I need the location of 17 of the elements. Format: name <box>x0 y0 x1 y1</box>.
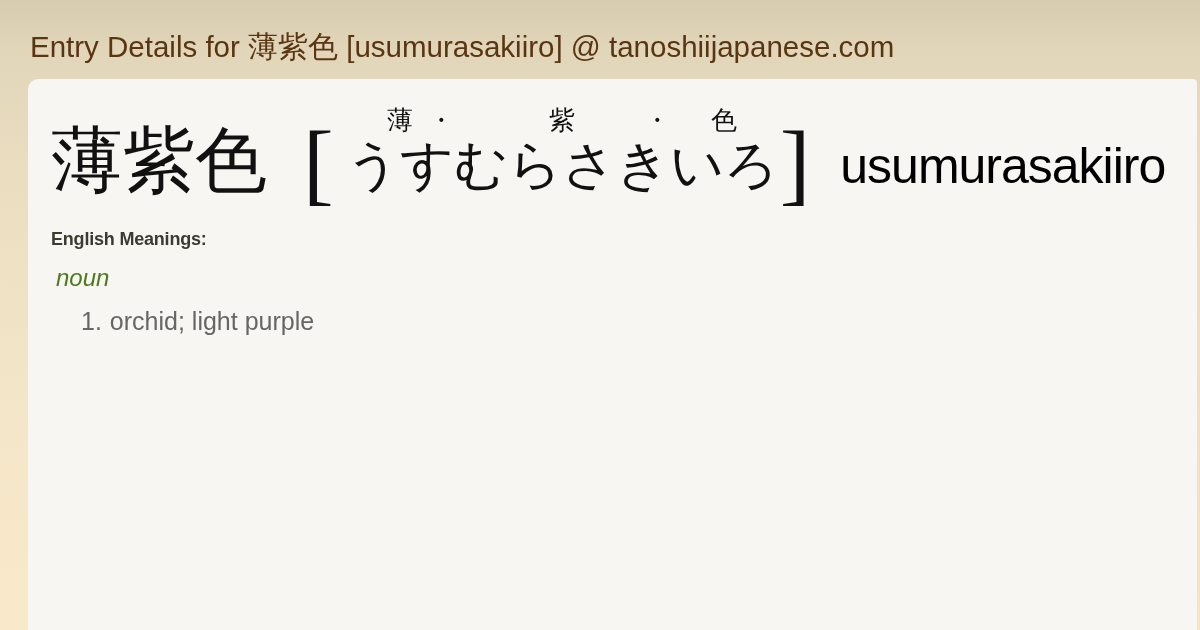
reading-separator: ・ <box>427 107 454 136</box>
part-of-speech: noun <box>56 265 110 291</box>
reading-kanji: 色 <box>710 107 737 136</box>
reading-kana: うす <box>345 135 454 195</box>
reading-kana: むらさき <box>453 135 670 195</box>
meanings-heading: English Meanings: <box>51 229 207 249</box>
reading-kanji: 紫 <box>548 107 575 136</box>
reading-kanji: 薄 <box>386 107 413 136</box>
open-bracket: [ <box>303 117 334 209</box>
close-bracket: ] <box>779 117 811 209</box>
sense-text: orchid; light purple <box>109 307 315 335</box>
sense-number: 1. <box>81 307 102 335</box>
headword-kanji: 薄紫色 <box>51 125 267 197</box>
reading-kana: いろ <box>669 135 778 195</box>
page-title: Entry Details for 薄紫色 [usumurasakiiro] @ tanoshiijapanese.com <box>30 29 895 65</box>
reading-separator: ・ <box>643 107 670 136</box>
romaji-reading: usumurasakiiro <box>840 141 1166 191</box>
